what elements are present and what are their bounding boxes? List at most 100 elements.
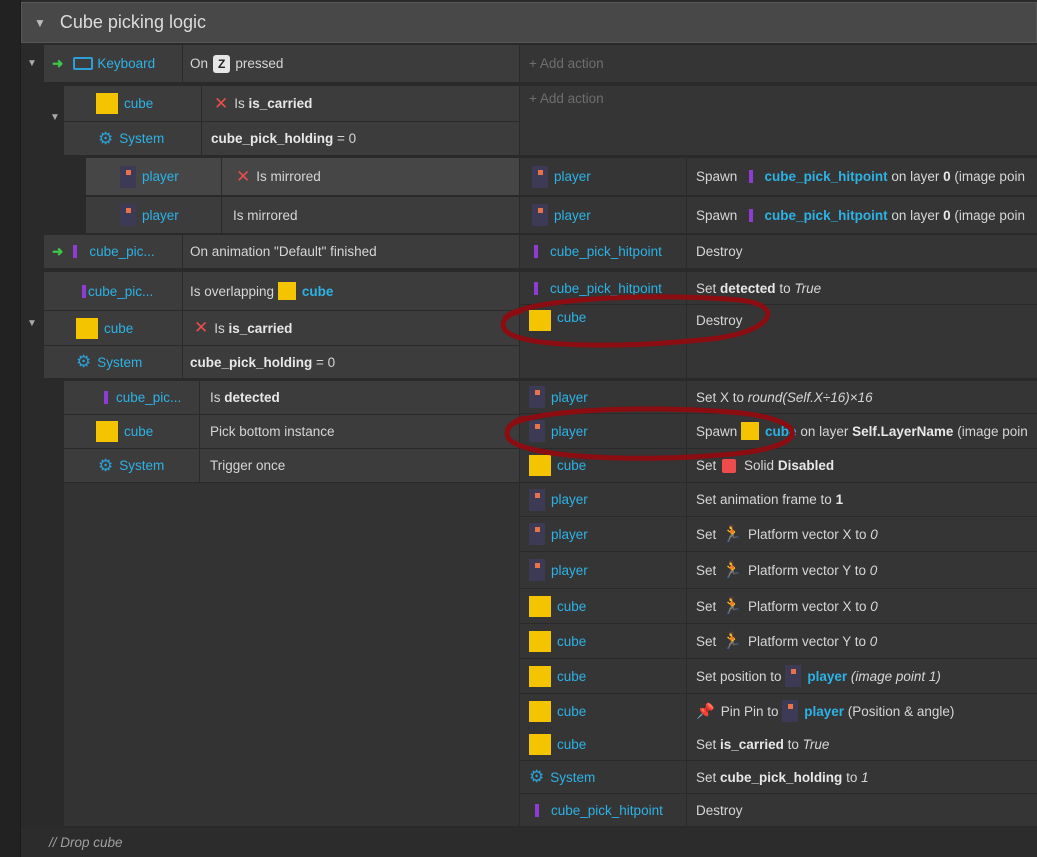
- player-icon: [532, 204, 548, 226]
- sub1-cond2-object[interactable]: ⚙ System: [64, 122, 201, 155]
- subsub2-object[interactable]: player: [86, 197, 221, 233]
- event4-action-object[interactable]: player: [520, 381, 686, 413]
- subsub1-condition[interactable]: ✕ Is mirrored: [222, 158, 519, 195]
- event4-action[interactable]: Set cube_pick_holding to 1: [687, 761, 1037, 793]
- event3-cond3[interactable]: cube_pick_holding = 0: [183, 346, 519, 378]
- event3-cond1-object[interactable]: cube_pic...: [44, 272, 182, 310]
- event4-action[interactable]: Set X to round(Self.X÷16)×16: [687, 381, 1037, 413]
- expand-triangle-icon[interactable]: ▼: [50, 112, 60, 123]
- event4-action-object[interactable]: cube_pick_hitpoint: [520, 794, 686, 826]
- event3-cond3-object[interactable]: ⚙ System: [44, 346, 182, 378]
- collapse-triangle-icon[interactable]: ▼: [34, 16, 46, 30]
- expand-triangle-icon[interactable]: ▼: [27, 58, 37, 69]
- player-icon: [529, 488, 545, 511]
- add-action-link[interactable]: + Add action: [520, 45, 1037, 82]
- condition-text: On animation "Default" finished: [190, 244, 377, 259]
- event3-action1-object[interactable]: cube_pick_hitpoint: [520, 272, 686, 304]
- event2-action[interactable]: Destroy: [687, 235, 1037, 268]
- sub1-cond1[interactable]: ✕ Is is_carried: [202, 86, 519, 121]
- action-text: on layer: [891, 169, 940, 184]
- event3-action1[interactable]: Set detected to True: [687, 272, 1037, 304]
- event4-action-object[interactable]: cube: [520, 694, 686, 728]
- group-header[interactable]: ▼ Cube picking logic: [21, 2, 1037, 43]
- expand-triangle-icon[interactable]: ▼: [27, 318, 37, 329]
- cube-icon: [529, 733, 551, 755]
- event4-action[interactable]: Set position to player (image point 1): [687, 659, 1037, 693]
- event4-cond2[interactable]: Pick bottom instance: [200, 415, 519, 448]
- platform-behavior-icon: 🏃: [722, 633, 742, 650]
- event4-action[interactable]: Destroy: [687, 794, 1037, 826]
- event2-action-object[interactable]: cube_pick_hitpoint: [520, 235, 686, 268]
- subsub2-action-object[interactable]: player: [520, 197, 686, 233]
- event4-cond3-object[interactable]: ⚙ System: [64, 449, 199, 482]
- comment-row[interactable]: // Drop cube: [21, 828, 1037, 857]
- behavior-text: Platform vector X to: [747, 526, 867, 542]
- object-name: cube: [557, 598, 587, 614]
- cube-icon: [529, 455, 551, 476]
- cube-icon: [96, 93, 118, 114]
- add-action-link[interactable]: + Add action: [520, 86, 1037, 155]
- event4-cond2-object[interactable]: cube: [64, 415, 199, 448]
- event4-action[interactable]: Spawn cube on layer Self.LayerName (imag…: [687, 414, 1037, 448]
- sub1-cond1-object[interactable]: cube: [64, 86, 201, 121]
- event4-action[interactable]: Set 🏃 Platform vector Y to 0: [687, 624, 1037, 658]
- event4-action[interactable]: Set animation frame to 1: [687, 483, 1037, 516]
- event1-trigger-object[interactable]: ➜ Keyboard: [44, 45, 182, 82]
- event4-action-object[interactable]: cube: [520, 589, 686, 623]
- hitpoint-icon: [82, 284, 86, 298]
- event4-action[interactable]: Set 🏃 Platform vector X to 0: [687, 589, 1037, 623]
- cube-icon: [529, 310, 551, 331]
- event4-action[interactable]: Set is_carried to True: [687, 728, 1037, 760]
- action-text: Set: [696, 280, 717, 296]
- object-name: player: [142, 169, 179, 184]
- player-icon: [529, 386, 545, 408]
- event4-action-object[interactable]: cube: [520, 449, 686, 482]
- action-text: Set position to: [696, 668, 782, 684]
- subsub1-action-object[interactable]: player: [520, 158, 686, 195]
- condition-text: Is: [214, 320, 225, 336]
- event4-action-object[interactable]: ⚙ System: [520, 761, 686, 793]
- subsub1-object[interactable]: player: [86, 158, 221, 195]
- cube-icon: [529, 665, 551, 687]
- left-gutter: [0, 0, 21, 857]
- event3-action2[interactable]: Destroy: [687, 305, 1037, 378]
- variable-name: is_carried: [720, 736, 784, 752]
- event4-cond1-object[interactable]: cube_pic...: [64, 381, 199, 414]
- event4-action[interactable]: Set 🏃 Platform vector X to 0: [687, 517, 1037, 551]
- event3-cond2-object[interactable]: cube: [44, 311, 182, 345]
- action-text: Destroy: [696, 244, 743, 259]
- subsub1-action[interactable]: Spawn cube_pick_hitpoint on layer 0 (ima…: [687, 158, 1037, 195]
- object-name: player: [554, 169, 591, 184]
- subsub2-condition[interactable]: Is mirrored: [222, 197, 519, 233]
- event3-cond1[interactable]: Is overlapping cube: [183, 272, 519, 310]
- event4-cond3[interactable]: Trigger once: [200, 449, 519, 482]
- event1-trigger-condition[interactable]: On Z pressed: [183, 45, 519, 82]
- action-text: to: [846, 769, 858, 785]
- sub1-cond2[interactable]: cube_pick_holding = 0: [202, 122, 519, 155]
- event4-action[interactable]: Set Solid Disabled: [687, 449, 1037, 482]
- action-text: Set: [696, 598, 717, 614]
- action-text: Set: [696, 736, 717, 752]
- player-icon: [120, 204, 136, 226]
- event4-action[interactable]: Set 🏃 Platform vector Y to 0: [687, 552, 1037, 588]
- event4-action-object[interactable]: cube: [520, 624, 686, 658]
- event3-cond2[interactable]: ✕ Is is_carried: [183, 311, 519, 345]
- event4-action-object[interactable]: player: [520, 517, 686, 551]
- event4-cond1[interactable]: Is detected: [200, 381, 519, 414]
- add-action-label: + Add action: [529, 56, 604, 71]
- event4-action[interactable]: 📌 Pin Pin to player (Position & angle): [687, 694, 1037, 728]
- action-text: Destroy: [696, 802, 743, 818]
- subsub2-action[interactable]: Spawn cube_pick_hitpoint on layer 0 (ima…: [687, 197, 1037, 233]
- layer-value: Self.LayerName: [852, 423, 954, 439]
- event3-action2-object[interactable]: cube: [520, 305, 686, 378]
- gear-icon: ⚙: [529, 767, 545, 786]
- event4-action-object[interactable]: player: [520, 552, 686, 588]
- event2-condition[interactable]: On animation "Default" finished: [183, 235, 519, 268]
- event4-action-object[interactable]: player: [520, 414, 686, 448]
- event4-action-object[interactable]: cube: [520, 728, 686, 760]
- event4-action-object[interactable]: cube: [520, 659, 686, 693]
- solid-behavior-icon: [722, 458, 737, 473]
- event4-action-object[interactable]: player: [520, 483, 686, 516]
- event2-object[interactable]: ➜ cube_pic...: [44, 235, 182, 268]
- hitpoint-icon: [73, 245, 78, 258]
